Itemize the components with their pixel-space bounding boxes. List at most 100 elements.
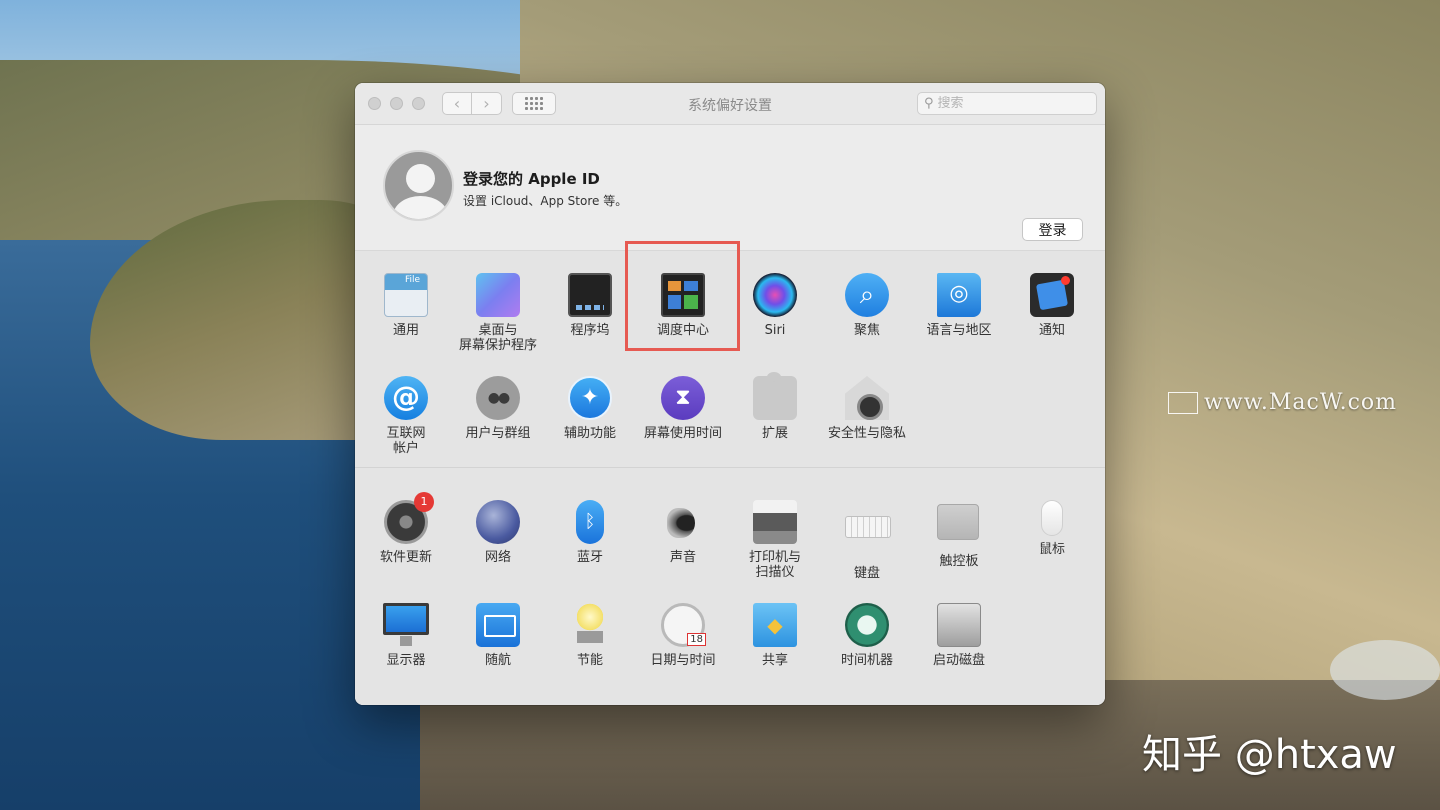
- pane-label: 声音: [669, 550, 696, 565]
- bluetooth-icon: [576, 500, 604, 544]
- pane-notifications[interactable]: 通知: [1006, 273, 1098, 338]
- pane-label: 程序坞: [570, 323, 610, 338]
- trackpad-icon: [937, 504, 979, 540]
- pane-mouse[interactable]: 鼠标: [1006, 500, 1098, 557]
- pane-dock[interactable]: 程序坞: [544, 273, 636, 338]
- watermark: www.MacW.com: [1168, 390, 1397, 415]
- apple-id-subtitle: 设置 iCloud、App Store 等。: [463, 194, 628, 208]
- pane-label: 安全性与隐私: [827, 426, 906, 441]
- pane-label: 随航: [484, 653, 511, 668]
- startup-disk-icon: [937, 603, 981, 647]
- printer-scanner-icon: [753, 500, 797, 544]
- pane-startup-disk[interactable]: 启动磁盘: [913, 603, 1005, 668]
- pane-label: 蓝牙: [576, 550, 603, 565]
- energy-saver-icon: [577, 603, 603, 643]
- pane-label: 通用: [392, 323, 419, 338]
- pane-sidecar[interactable]: 随航: [452, 603, 544, 668]
- pane-sharing[interactable]: 共享: [729, 603, 821, 668]
- pane-label: Siri: [764, 323, 786, 338]
- displays-icon: [383, 603, 429, 646]
- pane-spotlight[interactable]: 聚焦: [821, 273, 913, 338]
- pane-trackpad[interactable]: 触控板: [913, 500, 1005, 569]
- pane-label: 启动磁盘: [932, 653, 985, 668]
- apple-id-title: 登录您的 Apple ID: [463, 170, 600, 188]
- notifications-icon: [1030, 273, 1074, 317]
- desktop-screensaver-icon: [476, 273, 520, 317]
- pane-label: 软件更新: [379, 550, 432, 565]
- network-icon: [476, 500, 520, 544]
- pane-language-region[interactable]: 语言与地区: [913, 273, 1005, 338]
- pane-time-machine[interactable]: 时间机器: [821, 603, 913, 668]
- system-preferences-window: ‹ › 系统偏好设置 ⚲ 登录您的 Apple ID 设置 iCloud、App…: [355, 83, 1105, 705]
- pane-label: 通知: [1038, 323, 1065, 338]
- general-icon: [384, 273, 428, 317]
- apple-id-section: 登录您的 Apple ID 设置 iCloud、App Store 等。 登录: [355, 125, 1105, 251]
- pane-sound[interactable]: 声音: [637, 500, 729, 565]
- pane-label: 鼠标: [1038, 542, 1065, 557]
- credit-text: 知乎 @htxaw: [1142, 732, 1397, 778]
- pane-label: 用户与群组: [465, 426, 531, 441]
- pane-label: 触控板: [939, 554, 979, 569]
- pane-label: 显示器: [386, 653, 426, 668]
- pane-printers-scanners[interactable]: 打印机与 扫描仪: [729, 500, 821, 580]
- mouse-icon: [1041, 500, 1063, 536]
- internet-accounts-icon: [384, 376, 428, 420]
- sharing-icon: [753, 603, 797, 647]
- pane-screen-time[interactable]: 屏幕使用时间: [637, 376, 729, 441]
- pane-label: 键盘: [853, 566, 880, 581]
- time-machine-icon: [845, 603, 889, 647]
- pane-users-groups[interactable]: 用户与群组: [452, 376, 544, 441]
- spotlight-icon: [845, 273, 889, 317]
- pane-label: 桌面与 屏幕保护程序: [458, 323, 537, 353]
- security-privacy-icon: [845, 376, 889, 420]
- users-groups-icon: [476, 376, 520, 420]
- extensions-icon: [753, 372, 797, 420]
- avatar[interactable]: [383, 150, 454, 221]
- pane-accessibility[interactable]: 辅助功能: [544, 376, 636, 441]
- pane-label: 共享: [761, 653, 788, 668]
- pane-keyboard[interactable]: 键盘: [821, 500, 913, 581]
- mission-control-highlight: [625, 241, 740, 351]
- pane-label: 时间机器: [840, 653, 893, 668]
- sound-icon: [661, 500, 705, 544]
- accessibility-icon: [568, 376, 612, 420]
- title-bar: ‹ › 系统偏好设置 ⚲: [355, 83, 1105, 125]
- pane-siri[interactable]: Siri: [729, 273, 821, 338]
- software-update-icon: 1: [384, 492, 434, 544]
- sidecar-icon: [476, 603, 520, 647]
- pane-label: 语言与地区: [926, 323, 992, 338]
- pane-label: 互联网 帐户: [386, 426, 426, 456]
- update-badge: 1: [414, 492, 434, 512]
- pane-label: 扩展: [761, 426, 788, 441]
- pane-label: 辅助功能: [563, 426, 616, 441]
- pane-software-update[interactable]: 1 软件更新: [360, 492, 452, 565]
- screen-time-icon: [661, 376, 705, 420]
- pane-label: 打印机与 扫描仪: [748, 550, 801, 580]
- search-field[interactable]: ⚲: [917, 92, 1097, 115]
- pane-network[interactable]: 网络: [452, 500, 544, 565]
- pane-security-privacy[interactable]: 安全性与隐私: [821, 376, 913, 441]
- pane-internet-accounts[interactable]: 互联网 帐户: [360, 376, 452, 456]
- pane-desktop-screensaver[interactable]: 桌面与 屏幕保护程序: [452, 273, 544, 353]
- pane-extensions[interactable]: 扩展: [729, 372, 821, 441]
- search-icon: ⚲: [924, 96, 934, 111]
- pane-date-time[interactable]: 日期与时间: [637, 603, 729, 668]
- keyboard-icon: [845, 516, 891, 538]
- pane-label: 日期与时间: [650, 653, 716, 668]
- language-region-icon: [937, 273, 981, 317]
- watermark-logo-icon: [1168, 392, 1198, 414]
- pane-energy-saver[interactable]: 节能: [544, 603, 636, 668]
- dock-icon: [568, 273, 612, 317]
- pane-label: 屏幕使用时间: [643, 426, 722, 441]
- pane-general[interactable]: 通用: [360, 273, 452, 338]
- pane-label: 节能: [576, 653, 603, 668]
- date-time-icon: [661, 603, 706, 647]
- pane-label: 聚焦: [853, 323, 880, 338]
- pane-bluetooth[interactable]: 蓝牙: [544, 500, 636, 565]
- hardware-panes: 1 软件更新 网络 蓝牙 声音 打印机与 扫描仪 键盘 触控板: [355, 468, 1105, 705]
- search-input[interactable]: [937, 96, 1078, 111]
- login-button[interactable]: 登录: [1022, 218, 1083, 241]
- siri-icon: [753, 273, 797, 317]
- pane-label: 网络: [484, 550, 511, 565]
- pane-displays[interactable]: 显示器: [360, 603, 452, 668]
